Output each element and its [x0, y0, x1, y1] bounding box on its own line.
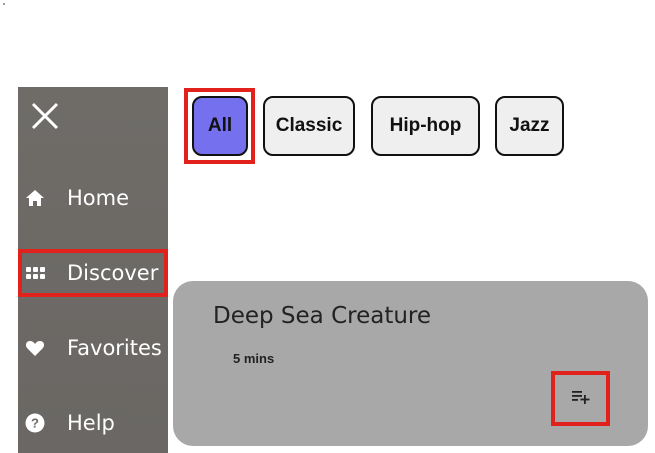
filter-chip-all[interactable]: All — [192, 96, 248, 156]
add-to-playlist-button[interactable] — [551, 371, 610, 426]
sidebar-item-help[interactable]: ? Help — [18, 399, 168, 447]
close-icon[interactable] — [30, 101, 60, 131]
heart-icon — [25, 338, 45, 358]
sidebar-item-home[interactable]: Home — [18, 174, 168, 222]
filter-chip-hip-hop[interactable]: Hip-hop — [371, 96, 480, 156]
sidebar: Home Discover Favorites ? Help — [18, 87, 168, 453]
help-icon: ? — [25, 413, 45, 433]
sidebar-item-label: Favorites — [67, 336, 162, 360]
grid-icon — [25, 263, 45, 283]
sidebar-item-label: Discover — [67, 261, 159, 285]
filter-chip-jazz[interactable]: Jazz — [495, 96, 564, 156]
home-icon — [25, 188, 45, 208]
corner-dot — [3, 3, 5, 5]
track-title: Deep Sea Creature — [213, 303, 432, 329]
sidebar-item-favorites[interactable]: Favorites — [18, 324, 168, 372]
track-card[interactable]: Deep Sea Creature 5 mins — [173, 281, 648, 446]
filter-chip-classic[interactable]: Classic — [263, 96, 355, 156]
playlist-add-icon — [571, 389, 591, 409]
sidebar-item-label: Home — [67, 186, 130, 210]
track-duration: 5 mins — [233, 351, 275, 366]
sidebar-item-label: Help — [67, 411, 115, 435]
sidebar-item-discover[interactable]: Discover — [18, 249, 168, 297]
svg-text:?: ? — [31, 416, 39, 431]
